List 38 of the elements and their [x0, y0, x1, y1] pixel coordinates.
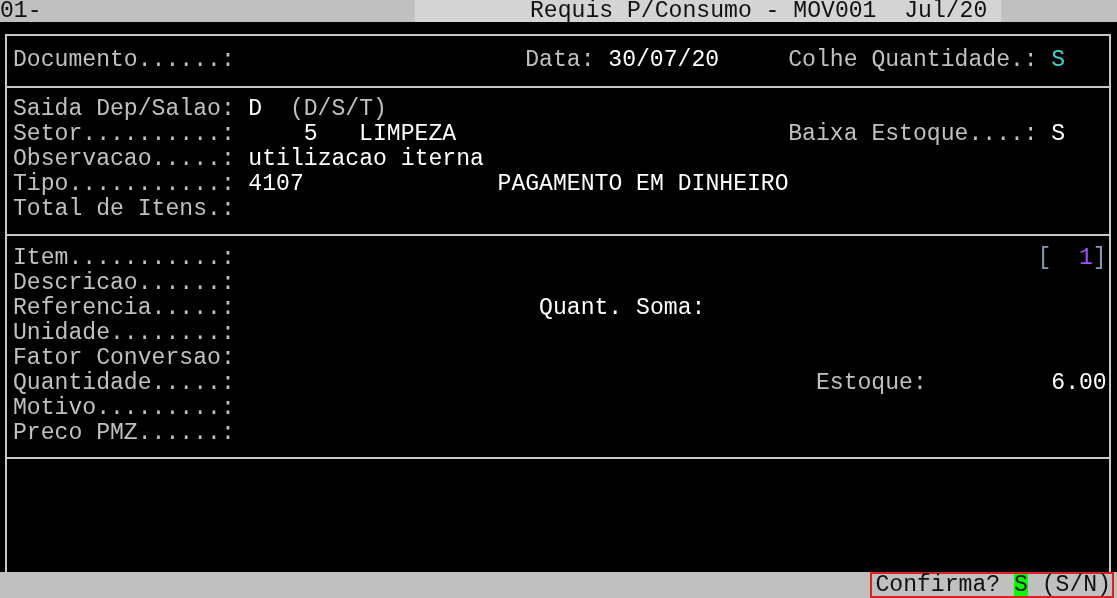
bracket: [	[1037, 246, 1052, 271]
stock-value: 6.00	[1051, 371, 1107, 396]
field-label: Observacao.....:	[13, 147, 235, 172]
screen-title: Requis P/Consumo - MOV001 Jul/20	[415, 0, 1002, 22]
field-label: Descricao......:	[13, 271, 235, 296]
field-label: Quantidade.....:	[13, 371, 235, 396]
options-hint: (S/N)	[1041, 574, 1111, 596]
field-label: Quant. Soma:	[539, 296, 706, 321]
options-hint: (D/S/T)	[289, 97, 387, 122]
field-value: D	[248, 97, 263, 122]
date-value: 30/07/20	[608, 48, 720, 73]
field-label: Data:	[525, 48, 595, 73]
field-value: S	[1051, 48, 1066, 73]
confirm-input[interactable]: S	[1014, 574, 1028, 596]
field-label: Colhe Quantidade.:	[788, 48, 1038, 73]
field-label: Item...........:	[13, 246, 235, 271]
field-label: Total de Itens.:	[13, 197, 235, 222]
field-label: Motivo.........:	[13, 396, 235, 421]
bracket: ]	[1092, 246, 1107, 271]
field-label: Preco PMZ......:	[13, 421, 235, 446]
field-label: Unidade........:	[13, 321, 235, 346]
field-label: Documento......:	[13, 48, 235, 73]
field-value: utilizacao iterna	[248, 147, 484, 172]
field-label: Fator Conversao:	[13, 346, 235, 371]
session-label: 01-	[0, 0, 43, 22]
field-label: Saida Dep/Salao:	[13, 97, 235, 122]
field-label: Baixa Estoque....:	[788, 122, 1038, 147]
field-value: S	[1051, 122, 1066, 147]
field-value: PAGAMENTO EM DINHEIRO	[497, 172, 789, 197]
field-value: 5	[303, 122, 318, 147]
item-counter: 1	[1078, 246, 1093, 271]
field-label: Setor..........:	[13, 122, 235, 147]
field-value: 4107	[248, 172, 304, 197]
field-label: Referencia.....:	[13, 296, 235, 321]
field-value: LIMPEZA	[359, 122, 457, 147]
field-label: Tipo...........:	[13, 172, 235, 197]
field-label: Estoque:	[815, 371, 927, 396]
confirm-prompt: Confirma?	[875, 574, 1001, 596]
